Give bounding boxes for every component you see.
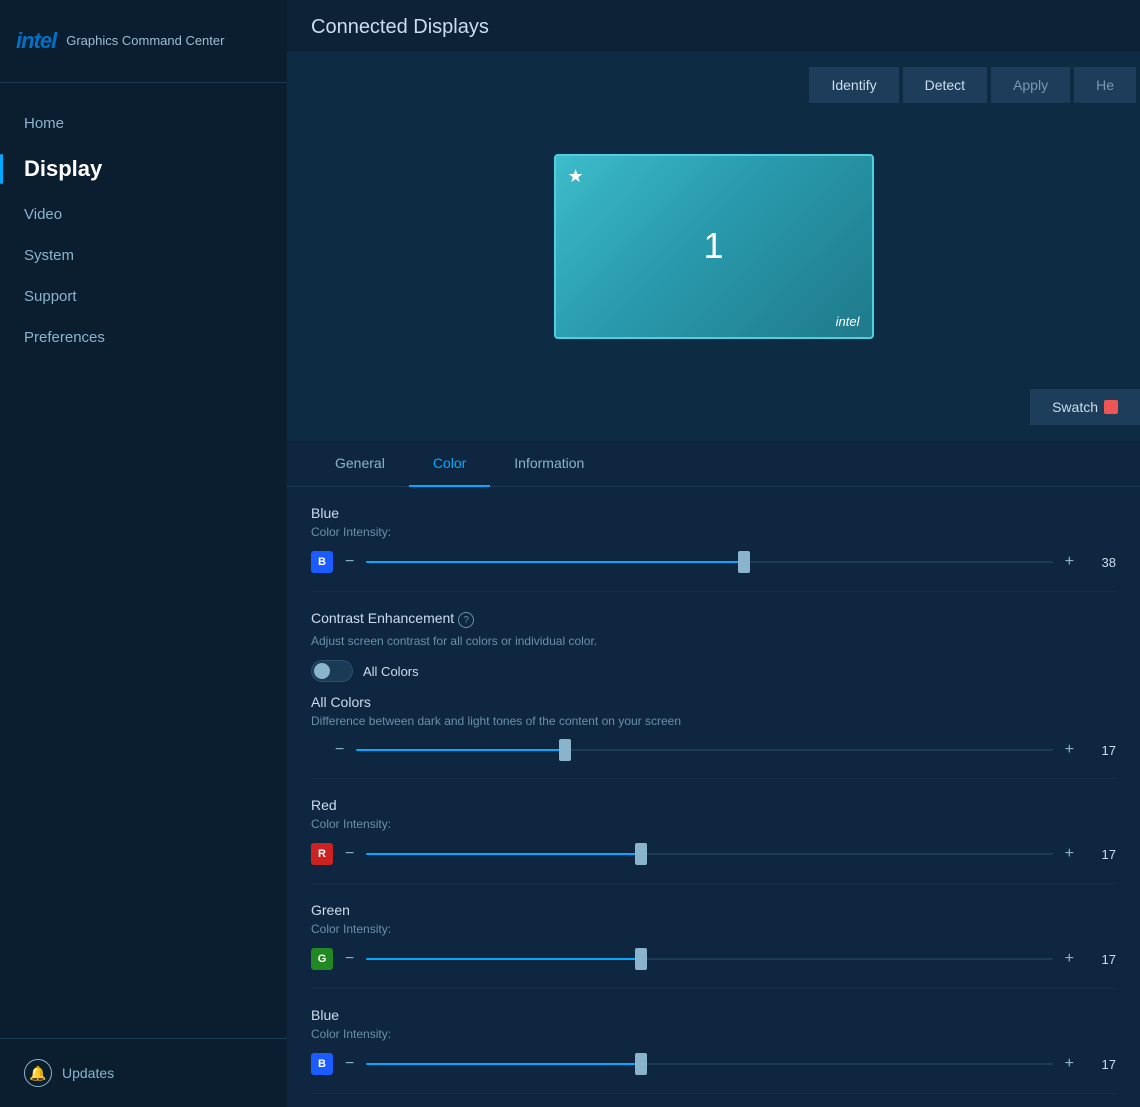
blue2-intensity-slider-row: B − + 17 <box>311 1053 1116 1075</box>
all-colors-value: 17 <box>1086 743 1116 758</box>
blue2-intensity-value: 17 <box>1086 1057 1116 1072</box>
red-intensity-subtitle: Color Intensity: <box>311 817 1116 831</box>
all-colors-subsection: All Colors Difference between dark and l… <box>311 694 1116 760</box>
blue-intensity-increase[interactable]: + <box>1061 553 1078 571</box>
blue2-badge: B <box>311 1053 333 1075</box>
toggle-knob <box>314 663 330 679</box>
monitor-display: ★ 1 intel <box>554 154 874 339</box>
main-content: Connected Displays Identify Detect Apply… <box>287 0 1140 1107</box>
sidebar: intel Graphics Command Center Home Displ… <box>0 0 287 1107</box>
blue2-intensity-title: Blue <box>311 1007 1116 1023</box>
sidebar-header: intel Graphics Command Center <box>0 0 287 83</box>
all-colors-title: All Colors <box>311 694 1116 710</box>
toolbar-buttons: Identify Detect Apply He <box>809 67 1140 103</box>
swatch-button[interactable]: Swatch <box>1030 389 1140 425</box>
contrast-toggle-row: All Colors <box>311 660 1116 682</box>
blue-intensity-slider-row: B − + 38 <box>311 551 1116 573</box>
apply-button[interactable]: Apply <box>991 67 1070 103</box>
sidebar-footer: 🔔 Updates <box>0 1038 287 1107</box>
blue2-intensity-subtitle: Color Intensity: <box>311 1027 1116 1041</box>
green-intensity-title: Green <box>311 902 1116 918</box>
red-intensity-increase[interactable]: + <box>1061 845 1078 863</box>
contrast-header: Contrast Enhancement ? <box>311 610 1116 630</box>
red-intensity-title: Red <box>311 797 1116 813</box>
monitor-number: 1 <box>703 225 723 267</box>
sidebar-item-video[interactable]: Video <box>0 194 287 235</box>
detect-button[interactable]: Detect <box>903 67 987 103</box>
contrast-toggle-label: All Colors <box>363 664 419 679</box>
blue-intensity-title: Blue <box>311 505 1116 521</box>
green-intensity-slider-row: G − + 17 <box>311 948 1116 970</box>
tab-information[interactable]: Information <box>490 441 608 487</box>
updates-bell-icon[interactable]: 🔔 <box>24 1059 52 1087</box>
all-colors-increase[interactable]: + <box>1061 741 1078 759</box>
swatch-label: Swatch <box>1052 399 1098 415</box>
help-button[interactable]: He <box>1074 67 1136 103</box>
contrast-title: Contrast Enhancement <box>311 610 454 626</box>
blue-badge: B <box>311 551 333 573</box>
intel-logo: intel <box>16 28 56 54</box>
red-intensity-value: 17 <box>1086 847 1116 862</box>
all-colors-decrease[interactable]: − <box>331 741 348 759</box>
green-intensity-subtitle: Color Intensity: <box>311 922 1116 936</box>
red-intensity-decrease[interactable]: − <box>341 845 358 863</box>
tab-general[interactable]: General <box>311 441 409 487</box>
green-intensity-slider[interactable] <box>366 949 1052 969</box>
blue2-intensity-section: Blue Color Intensity: B − + 17 <box>311 989 1116 1094</box>
red-badge: R <box>311 843 333 865</box>
app-name: Graphics Command Center <box>66 33 224 50</box>
sidebar-item-support[interactable]: Support <box>0 276 287 317</box>
sidebar-item-home[interactable]: Home <box>0 103 287 144</box>
all-colors-slider[interactable] <box>356 740 1052 760</box>
green-intensity-increase[interactable]: + <box>1061 950 1078 968</box>
contrast-subtitle: Adjust screen contrast for all colors or… <box>311 634 1116 648</box>
blue-intensity-slider[interactable] <box>366 552 1052 572</box>
tabs-bar: General Color Information <box>287 441 1140 487</box>
content-area: Blue Color Intensity: B − + 38 Contrast … <box>287 487 1140 1107</box>
blue-intensity-decrease[interactable]: − <box>341 553 358 571</box>
hue-section: Hue ? Color of your screen content − + 0 <box>311 1094 1116 1107</box>
sidebar-item-preferences[interactable]: Preferences <box>0 317 287 358</box>
blue2-intensity-increase[interactable]: + <box>1061 1055 1078 1073</box>
all-colors-subtitle: Difference between dark and light tones … <box>311 714 1116 728</box>
monitor-star-icon: ★ <box>568 166 584 187</box>
contrast-enhancement-section: Contrast Enhancement ? Adjust screen con… <box>311 592 1116 779</box>
contrast-toggle[interactable] <box>311 660 353 682</box>
all-colors-slider-row: − + 17 <box>311 740 1116 760</box>
tab-color[interactable]: Color <box>409 441 490 487</box>
blue-intensity-subtitle: Color Intensity: <box>311 525 1116 539</box>
blue-intensity-section: Blue Color Intensity: B − + 38 <box>311 487 1116 592</box>
monitor-brand: intel <box>836 314 860 329</box>
blue2-intensity-decrease[interactable]: − <box>341 1055 358 1073</box>
swatch-color-icon <box>1104 400 1118 414</box>
red-intensity-slider-row: R − + 17 <box>311 843 1116 865</box>
green-badge: G <box>311 948 333 970</box>
sidebar-item-system[interactable]: System <box>0 235 287 276</box>
green-intensity-value: 17 <box>1086 952 1116 967</box>
green-intensity-decrease[interactable]: − <box>341 950 358 968</box>
updates-label: Updates <box>62 1065 114 1081</box>
identify-button[interactable]: Identify <box>809 67 898 103</box>
page-title: Connected Displays <box>311 16 489 39</box>
blue2-intensity-slider[interactable] <box>366 1054 1052 1074</box>
red-intensity-slider[interactable] <box>366 844 1052 864</box>
display-preview: Identify Detect Apply He ★ 1 intel Swatc… <box>287 51 1140 441</box>
contrast-help-icon[interactable]: ? <box>458 612 474 628</box>
sidebar-item-display[interactable]: Display <box>0 144 287 194</box>
green-intensity-section: Green Color Intensity: G − + 17 <box>311 884 1116 989</box>
sidebar-nav: Home Display Video System Support Prefer… <box>0 83 287 1038</box>
blue-intensity-value: 38 <box>1086 555 1116 570</box>
top-bar: Connected Displays <box>287 0 1140 51</box>
red-intensity-section: Red Color Intensity: R − + 17 <box>311 779 1116 884</box>
